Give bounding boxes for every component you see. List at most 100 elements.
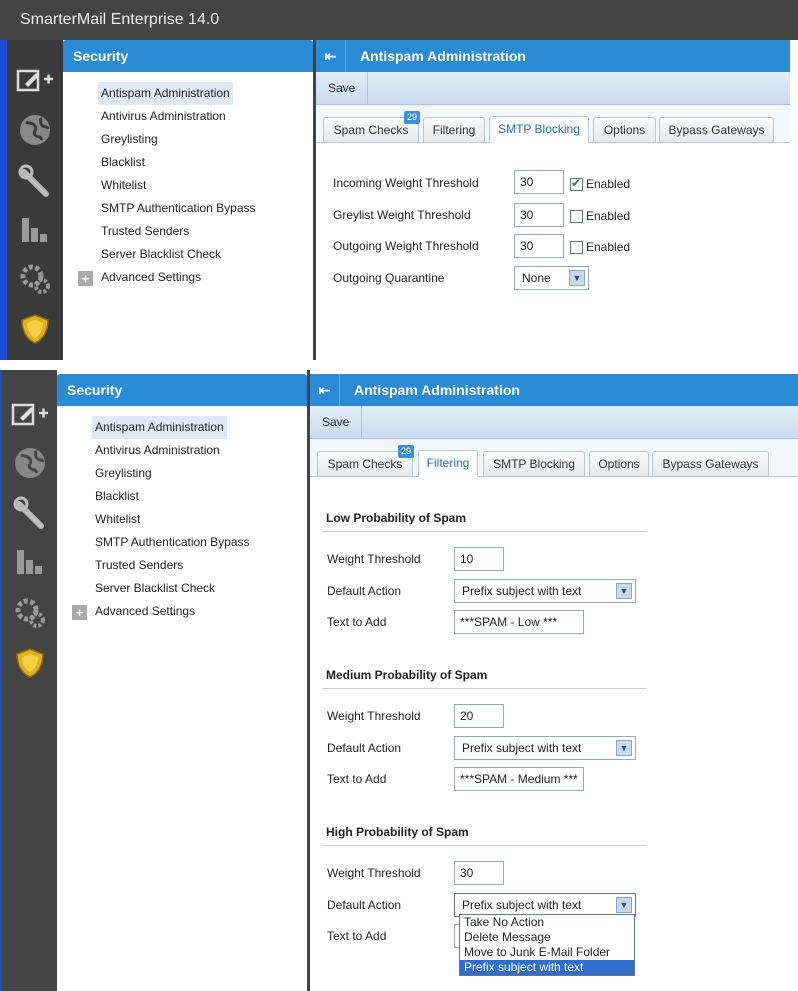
sidebar-item-whitelist[interactable]: Whitelist	[78, 174, 308, 197]
sidebar-item-blacklist[interactable]: Blacklist	[78, 151, 308, 174]
sidebar-header: Security	[63, 40, 313, 72]
greylist-enabled-label: Enabled	[586, 209, 631, 223]
sidebar-item-whitelist-2[interactable]: Whitelist	[72, 508, 302, 531]
medium-action-select[interactable]: Prefix subject with text ▼	[454, 736, 636, 760]
medium-weight-label: Weight Threshold	[327, 709, 421, 723]
compose-icon[interactable]	[7, 56, 63, 102]
high-weight-input[interactable]: 30	[454, 861, 504, 885]
tab-bypass-gateways[interactable]: Bypass Gateways	[659, 117, 774, 142]
sidebar-item-server-blacklist[interactable]: Server Blacklist Check	[78, 243, 308, 266]
sidebar-item-greylisting[interactable]: Greylisting	[78, 128, 308, 151]
medium-text-label: Text to Add	[327, 772, 387, 786]
outgoing-quarantine-select[interactable]: None ▼	[514, 266, 589, 290]
outgoing-quarantine-value: None	[522, 271, 551, 285]
compose-icon-2[interactable]	[2, 390, 57, 436]
screenshot-gap	[0, 360, 798, 370]
sidebar-item-greylisting-2[interactable]: Greylisting	[72, 462, 302, 485]
outgoing-threshold-input[interactable]: 30	[514, 234, 564, 258]
sidebar-item-antivirus[interactable]: Antivirus Administration	[78, 105, 308, 128]
main-title: Antispam Administration	[360, 48, 526, 64]
medium-weight-input[interactable]: 20	[454, 704, 504, 728]
chevron-down-icon[interactable]: ▼	[616, 897, 632, 913]
main-header: ⇤ Antispam Administration	[316, 40, 790, 72]
greylist-enabled-checkbox[interactable]	[570, 210, 583, 223]
medium-text-input[interactable]: ***SPAM - Medium ***	[454, 767, 584, 791]
low-text-input[interactable]: ***SPAM - Low ***	[454, 610, 584, 634]
sidebar-item-antispam-2[interactable]: Antispam Administration	[92, 416, 227, 439]
sidebar-item-smtp-bypass-2[interactable]: SMTP Authentication Bypass	[72, 531, 302, 554]
option-delete-message[interactable]: Delete Message	[460, 930, 634, 945]
sidebar-item-advanced-2[interactable]: + Advanced Settings	[72, 600, 302, 623]
sidebar-item-antivirus-2[interactable]: Antivirus Administration	[72, 439, 302, 462]
expand-icon[interactable]: +	[78, 271, 93, 286]
globe-icon-2[interactable]	[2, 440, 57, 486]
sidebar-title-2: Security	[67, 382, 123, 398]
main-title-2: Antispam Administration	[354, 382, 520, 398]
collapse-icon[interactable]: ⇤	[316, 40, 346, 72]
gear-icon[interactable]	[7, 256, 63, 302]
medium-action-value: Prefix subject with text	[462, 741, 582, 755]
high-section-title: High Probability of Spam	[326, 825, 469, 839]
reports-icon-2[interactable]	[2, 538, 57, 584]
low-text-label: Text to Add	[327, 615, 387, 629]
tab-smtp-blocking-2[interactable]: SMTP Blocking	[483, 451, 585, 476]
tab-options[interactable]: Options	[593, 117, 656, 142]
option-take-no-action[interactable]: Take No Action	[460, 915, 634, 930]
chevron-down-icon[interactable]: ▼	[616, 740, 632, 756]
option-prefix-subject[interactable]: Prefix subject with text	[460, 960, 634, 975]
sidebar-item-advanced[interactable]: + Advanced Settings	[78, 266, 308, 289]
tab-smtp-blocking[interactable]: SMTP Blocking	[489, 116, 589, 143]
collapse-icon-2[interactable]: ⇤	[310, 374, 340, 406]
high-action-value: Prefix subject with text	[462, 898, 582, 912]
shield-icon[interactable]	[7, 306, 63, 352]
wrench-icon-2[interactable]	[2, 490, 57, 536]
divider	[322, 531, 647, 532]
reports-icon[interactable]	[7, 206, 63, 252]
incoming-threshold-input[interactable]: 30	[514, 170, 564, 194]
low-section-title: Low Probability of Spam	[326, 511, 467, 525]
count-badge-2: 29	[398, 445, 415, 458]
low-action-value: Prefix subject with text	[462, 584, 582, 598]
window-edge	[0, 40, 7, 360]
main-header-2: ⇤ Antispam Administration	[310, 374, 798, 406]
low-action-select[interactable]: Prefix subject with text ▼	[454, 579, 636, 603]
wrench-icon[interactable]	[7, 158, 63, 204]
sidebar-item-trusted-senders[interactable]: Trusted Senders	[78, 220, 308, 243]
greylist-threshold-input[interactable]: 30	[514, 203, 564, 227]
save-button-2[interactable]: Save	[310, 406, 363, 438]
incoming-enabled-label: Enabled	[586, 177, 631, 191]
chevron-down-icon[interactable]: ▼	[616, 583, 632, 599]
sidebar-item-antispam[interactable]: Antispam Administration	[98, 82, 233, 105]
globe-icon[interactable]	[7, 107, 63, 153]
incoming-threshold-label: Incoming Weight Threshold	[333, 176, 479, 190]
sidebar-item-smtp-bypass[interactable]: SMTP Authentication Bypass	[78, 197, 308, 220]
expand-icon-2[interactable]: +	[72, 605, 87, 620]
incoming-enabled-checkbox[interactable]	[570, 176, 583, 191]
high-action-label: Default Action	[327, 898, 402, 912]
sidebar-tree: Antispam Administration Antivirus Admini…	[78, 82, 308, 289]
tab-bypass-gateways-2[interactable]: Bypass Gateways	[652, 451, 769, 476]
divider	[322, 845, 647, 846]
app-rail	[7, 40, 63, 360]
save-button[interactable]: Save	[316, 72, 369, 104]
tab-filtering[interactable]: Filtering	[423, 117, 485, 142]
gear-icon-2[interactable]	[2, 590, 57, 636]
shield-icon-2[interactable]	[2, 640, 57, 686]
tab-options-2[interactable]: Options	[589, 451, 649, 476]
toolbar-2: Save	[310, 406, 798, 439]
high-weight-label: Weight Threshold	[327, 866, 421, 880]
tab-filtering-2[interactable]: Filtering	[418, 450, 478, 477]
sidebar-item-trusted-senders-2[interactable]: Trusted Senders	[72, 554, 302, 577]
low-weight-input[interactable]: 10	[454, 547, 504, 571]
chevron-down-icon[interactable]: ▼	[569, 270, 585, 286]
count-badge: 29	[404, 111, 421, 124]
outgoing-enabled-checkbox[interactable]	[570, 241, 583, 254]
option-move-to-junk[interactable]: Move to Junk E-Mail Folder	[460, 945, 634, 960]
rail-fill	[2, 690, 57, 991]
sidebar-item-blacklist-2[interactable]: Blacklist	[72, 485, 302, 508]
outgoing-quarantine-label: Outgoing Quarantine	[333, 271, 445, 285]
sidebar-item-server-blacklist-2[interactable]: Server Blacklist Check	[72, 577, 302, 600]
toolbar: Save	[316, 72, 790, 105]
sidebar-header-2: Security	[57, 374, 307, 406]
app-title-bar: SmarterMail Enterprise 14.0	[0, 0, 798, 40]
